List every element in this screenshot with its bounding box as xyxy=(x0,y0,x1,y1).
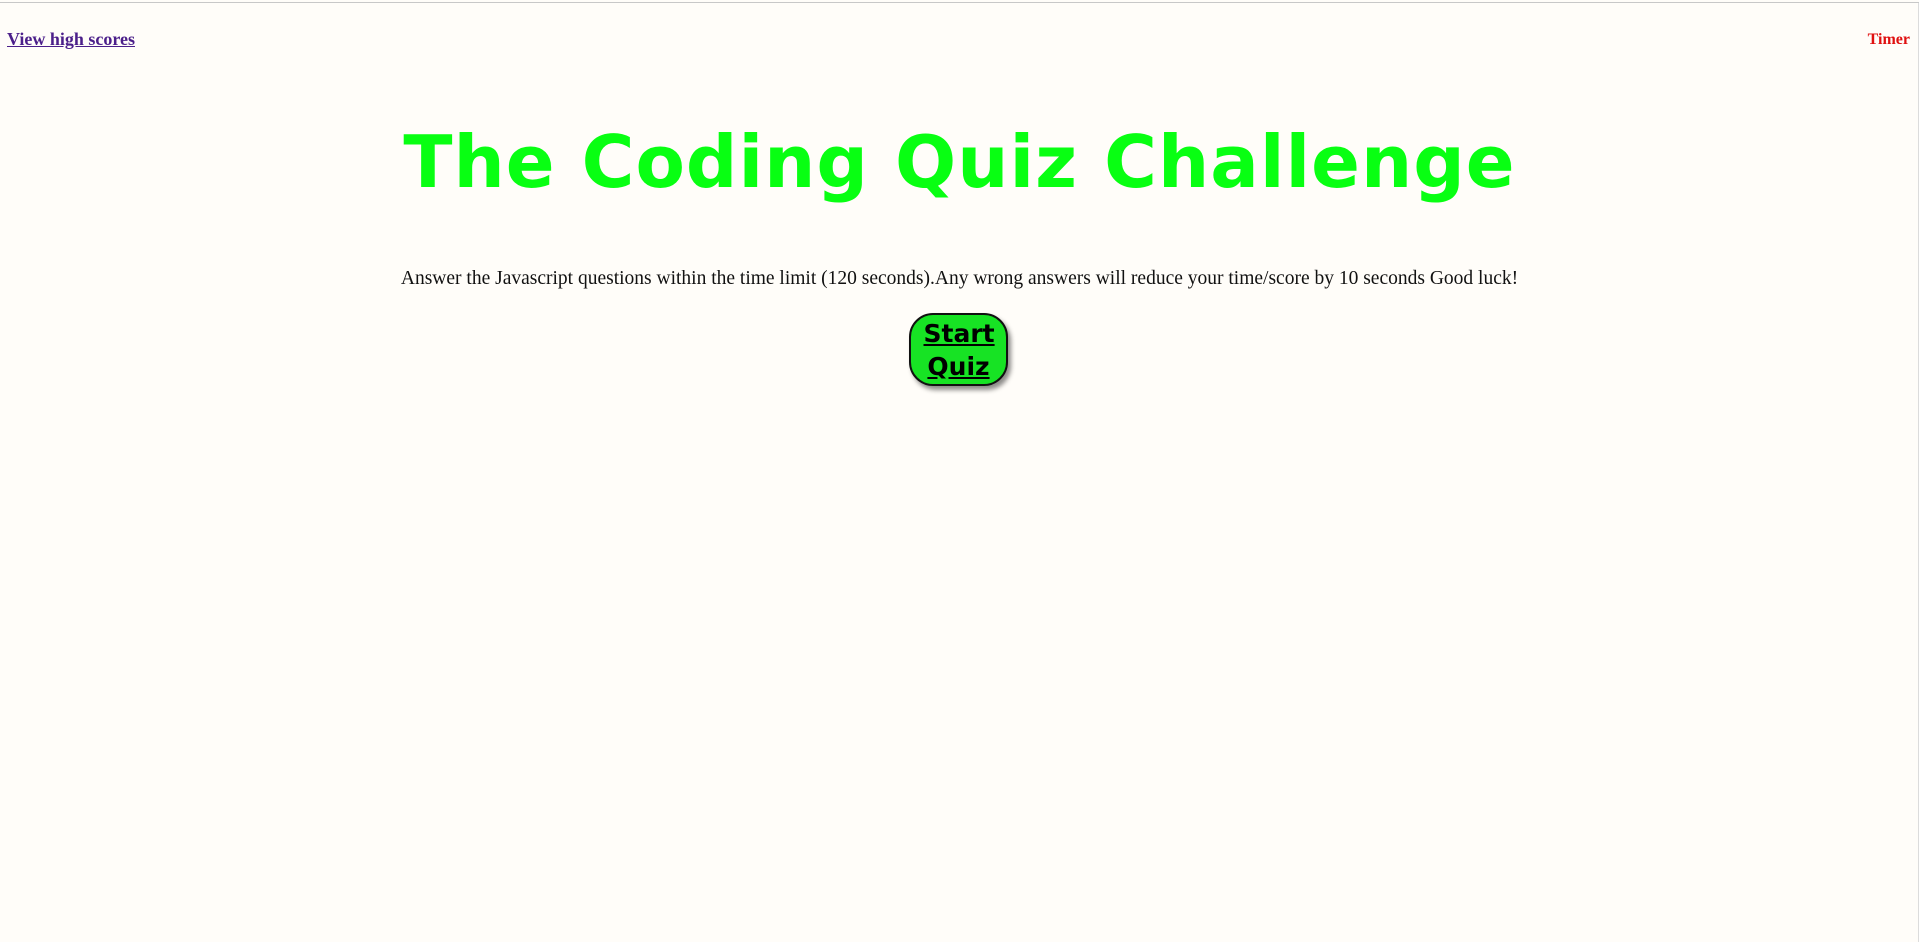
view-high-scores-link[interactable]: View high scores xyxy=(7,29,135,50)
timer-label: Timer xyxy=(1867,31,1910,48)
top-border xyxy=(0,2,1919,3)
quiz-instructions: Answer the Javascript questions within t… xyxy=(400,268,1519,289)
start-quiz-button-label: Start Quiz xyxy=(923,318,995,381)
page-title: The Coding Quiz Challenge xyxy=(403,120,1516,204)
start-quiz-button[interactable]: Start Quiz xyxy=(909,313,1008,386)
